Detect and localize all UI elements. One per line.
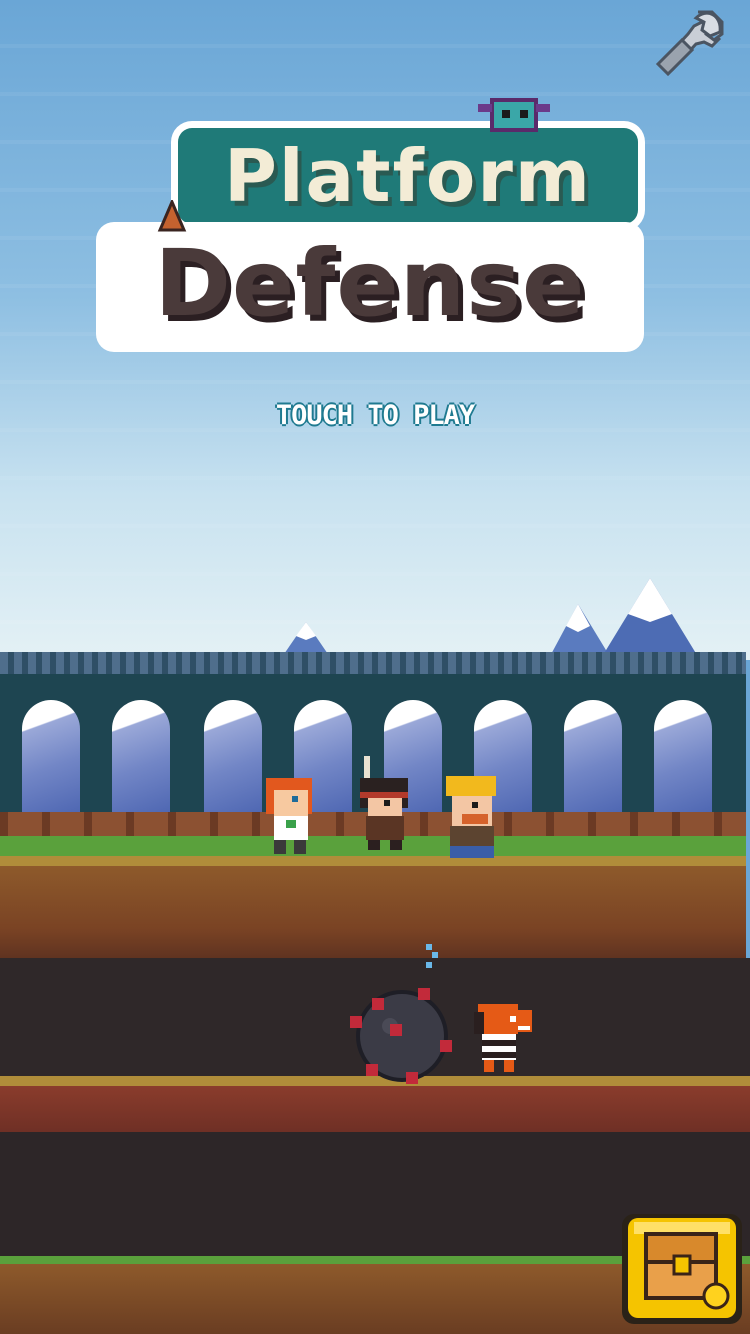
- miner-hero: [446, 776, 496, 858]
- orange-lizard-enemy: [474, 1004, 532, 1072]
- wrench-icon: [655, 10, 724, 77]
- title-line-2: Defense: [154, 230, 586, 337]
- feathered-hero: [360, 756, 408, 850]
- castle-arch: [204, 700, 262, 820]
- castle-arch: [564, 700, 622, 820]
- treasure-chest-icon: [622, 1214, 742, 1324]
- redhead-hero: [266, 778, 312, 854]
- title-line-1: Platform: [224, 134, 592, 218]
- game-scene[interactable]: Platform Defense TOUCH TO PLAY: [0, 0, 750, 1334]
- settings-button[interactable]: [652, 6, 726, 77]
- touch-to-play-prompt[interactable]: TOUCH TO PLAY: [200, 400, 550, 431]
- castle-arch: [654, 700, 712, 820]
- castle-arch: [112, 700, 170, 820]
- title-line-1-banner: Platform: [178, 128, 638, 224]
- title-line-2-banner: Defense: [96, 222, 644, 352]
- spiked-bomb-enemy: [350, 944, 452, 1084]
- logo-hat-icon: [157, 200, 187, 232]
- treasure-chest-button[interactable]: [620, 1212, 744, 1326]
- castle-arch: [22, 700, 80, 820]
- castle-battlements: [0, 652, 746, 674]
- logo-monster-icon: [478, 98, 550, 132]
